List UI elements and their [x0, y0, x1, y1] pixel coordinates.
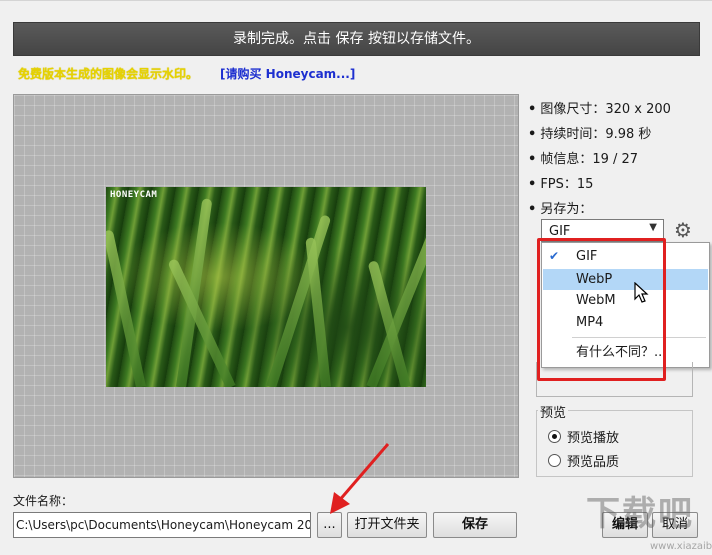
chevron-down-icon: ▼ [649, 222, 657, 233]
info-image-size: • 图像尺寸：320 x 200 [528, 102, 671, 117]
site-watermark: 下载吧 [586, 494, 694, 534]
radio-preview-play[interactable]: 预览播放 [548, 427, 619, 446]
frame-watermark: HONEYCAM [110, 190, 158, 200]
info-frame: • 帧信息：19 / 27 [528, 152, 639, 167]
preview-frame-image: HONEYCAM [106, 187, 426, 387]
mouse-pointer-icon [634, 282, 649, 303]
format-select-value: GIF [549, 224, 571, 239]
preview-group-legend: 预览 [538, 402, 569, 421]
preview-canvas: HONEYCAM [13, 94, 519, 478]
radio-button[interactable] [548, 430, 561, 443]
options-group-partial [536, 362, 693, 397]
gear-icon[interactable]: ⚙ [674, 219, 692, 241]
save-button[interactable]: 保存 [433, 512, 517, 538]
annotation-highlight-box [537, 238, 666, 381]
info-fps: • FPS：15 [528, 177, 594, 192]
info-duration: • 持续时间：9.98 秒 [528, 127, 652, 142]
buy-link[interactable]: [请购买 Honeycam...] [220, 65, 355, 82]
window-top-edge [0, 0, 712, 15]
watermark-notice: 免费版本生成的图像会显示水印。 [18, 67, 199, 81]
filename-label: 文件名称： [13, 494, 74, 508]
status-banner: 录制完成。点击 保存 按钮以存储文件。 [13, 22, 700, 56]
save-as-label: • 另存为： [528, 202, 593, 217]
radio-button[interactable] [548, 454, 561, 467]
filename-field[interactable]: C:\Users\pc\Documents\Honeycam\Honeycam … [13, 512, 311, 538]
radio-preview-quality[interactable]: 预览品质 [548, 451, 619, 470]
red-arrow-annotation [330, 443, 390, 514]
site-watermark-url: www.xiazaiba.com [650, 541, 712, 552]
